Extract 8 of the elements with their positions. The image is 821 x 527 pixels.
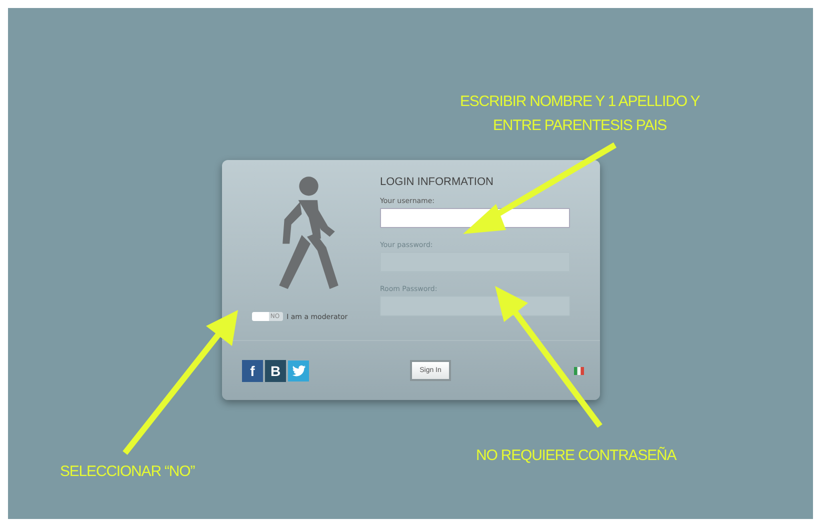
annotation-text: ESCRIBIR NOMBRE Y 1 APELLIDO Y ENTRE PARENTESIS PAIS xyxy=(460,92,700,136)
annotation-text: SELECCIONAR “NO” xyxy=(60,462,195,482)
social-button[interactable]: f xyxy=(242,360,263,382)
bird-icon[interactable] xyxy=(288,360,309,382)
login-title: LOGIN INFORMATION xyxy=(380,176,494,188)
annotation-text: NO REQUIERE CONTRASEÑA xyxy=(476,446,676,466)
flag-icon[interactable] xyxy=(574,366,584,376)
social-button[interactable]: B xyxy=(265,360,286,382)
